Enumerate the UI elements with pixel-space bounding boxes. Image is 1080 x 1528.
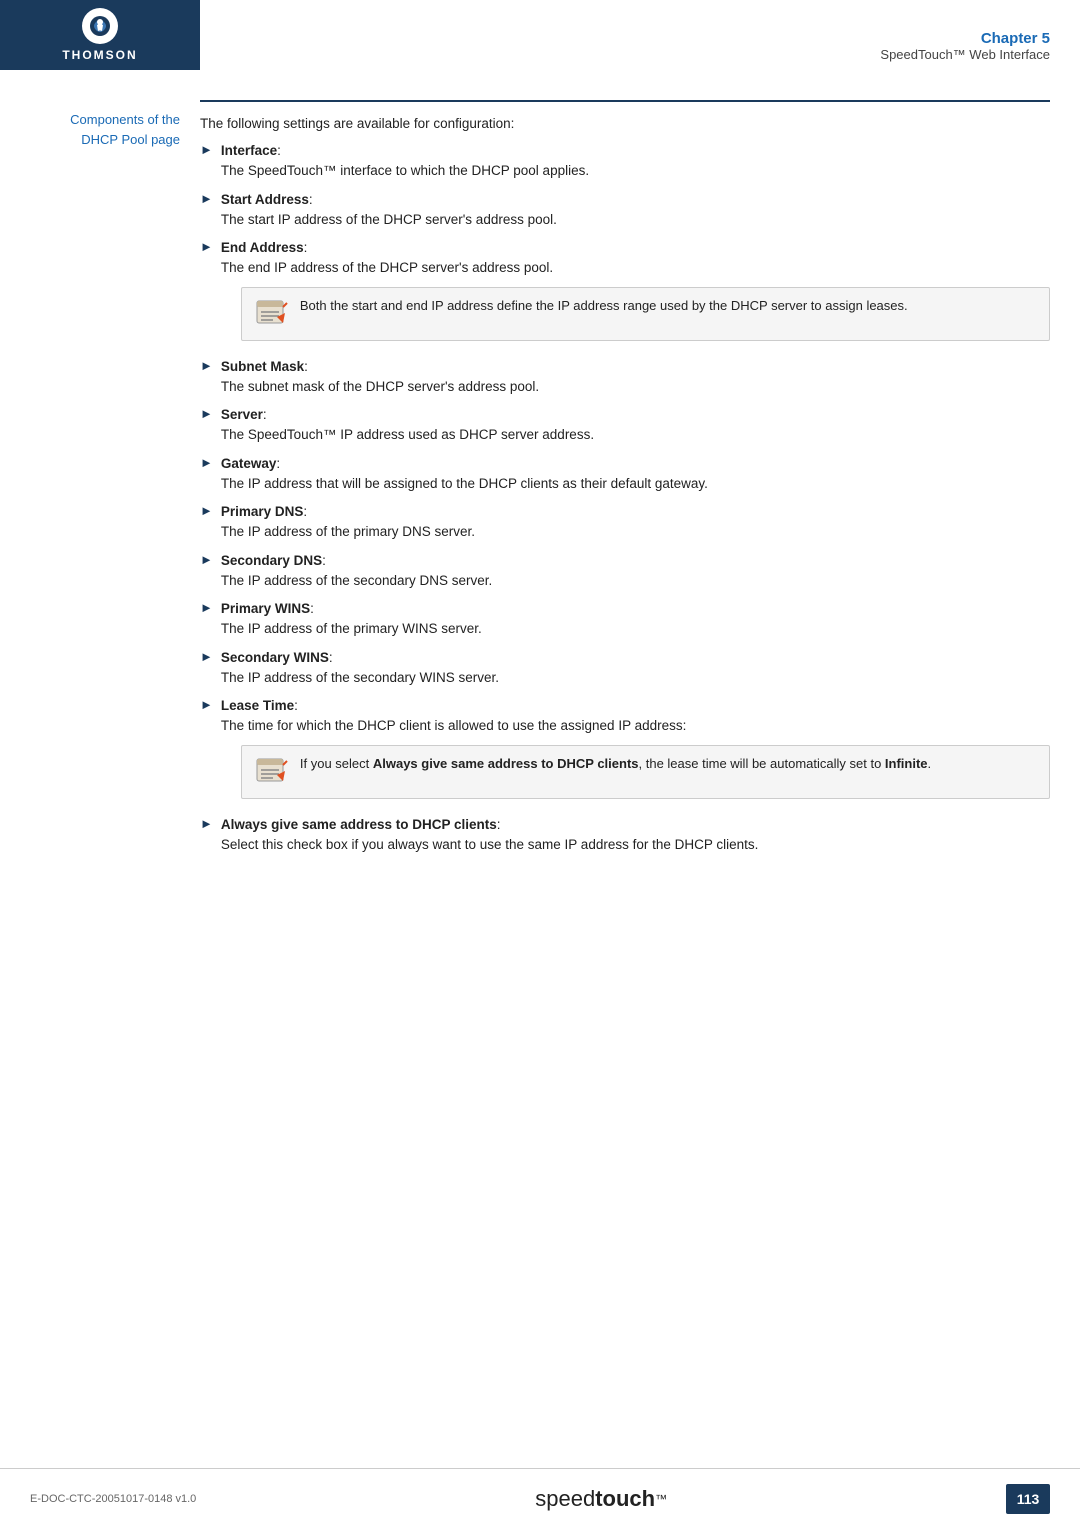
list-item: ► Primary DNS: The IP address of the pri… [200,502,1050,543]
list-item: ► Interface: The SpeedTouch™ interface t… [200,141,1050,182]
item-desc: The IP address of the primary DNS server… [221,522,1050,542]
section-title: Components of the DHCP Pool page [30,110,180,149]
item-content: Lease Time: The time for which the DHCP … [221,696,1050,807]
item-desc: The IP address of the secondary DNS serv… [221,571,1050,591]
chapter-label: Chapter 5 [981,30,1050,47]
bullet-icon: ► [200,191,213,206]
note-icon [254,296,290,332]
page-number: 113 [1006,1484,1050,1514]
section-title-column: Components of the DHCP Pool page [30,100,200,863]
item-content: Secondary DNS: The IP address of the sec… [221,551,1050,592]
item-content: Subnet Mask: The subnet mask of the DHCP… [221,357,1050,398]
footer-touch-text: touch [595,1486,655,1512]
page-header: THOMSON Chapter 5 SpeedTouch™ Web Interf… [0,0,1080,70]
bullet-icon: ► [200,503,213,518]
item-label: Lease Time [221,698,294,713]
item-desc: The IP address of the secondary WINS ser… [221,668,1050,688]
bullet-icon: ► [200,816,213,831]
item-label: Always give same address to DHCP clients [221,817,497,832]
header-logo-area: THOMSON [0,0,200,70]
item-content: Start Address: The start IP address of t… [221,190,1050,231]
bullet-icon: ► [200,239,213,254]
item-label: Start Address [221,192,309,207]
list-item: ► Gateway: The IP address that will be a… [200,454,1050,495]
note-text-lease: If you select Always give same address t… [300,754,931,774]
item-label: Secondary DNS [221,553,322,568]
item-desc: The end IP address of the DHCP server's … [221,258,1050,278]
main-content: Components of the DHCP Pool page The fol… [0,70,1080,883]
items-list: ► Interface: The SpeedTouch™ interface t… [200,141,1050,855]
content-column: The following settings are available for… [200,100,1050,863]
footer-speed-text: speed [535,1486,595,1512]
item-desc: The SpeedTouch™ interface to which the D… [221,161,1050,181]
item-label: Primary WINS [221,601,310,616]
item-content: Primary WINS: The IP address of the prim… [221,599,1050,640]
item-label: Server [221,407,263,422]
bullet-icon: ► [200,455,213,470]
list-item: ► Subnet Mask: The subnet mask of the DH… [200,357,1050,398]
list-item: ► Secondary DNS: The IP address of the s… [200,551,1050,592]
item-desc: The IP address that will be assigned to … [221,474,1050,494]
note-icon [254,754,290,790]
list-item: ► End Address: The end IP address of the… [200,238,1050,349]
intro-text: The following settings are available for… [200,116,1050,131]
list-item: ► Primary WINS: The IP address of the pr… [200,599,1050,640]
item-content: End Address: The end IP address of the D… [221,238,1050,349]
bullet-icon: ► [200,358,213,373]
item-content: Server: The SpeedTouch™ IP address used … [221,405,1050,446]
item-desc: The start IP address of the DHCP server'… [221,210,1050,230]
note-text: Both the start and end IP address define… [300,296,908,316]
item-label: Primary DNS [221,504,304,519]
list-item: ► Server: The SpeedTouch™ IP address use… [200,405,1050,446]
item-content: Always give same address to DHCP clients… [221,815,1050,856]
item-label: Secondary WINS [221,650,329,665]
list-item: ► Lease Time: The time for which the DHC… [200,696,1050,807]
chapter-subtitle: SpeedTouch™ Web Interface [880,47,1050,62]
item-content: Interface: The SpeedTouch™ interface to … [221,141,1050,182]
note-box-lease: If you select Always give same address t… [241,745,1050,799]
item-desc: The SpeedTouch™ IP address used as DHCP … [221,425,1050,445]
footer-speedtouch-logo: speedtouch™ [535,1486,667,1512]
list-item: ► Always give same address to DHCP clien… [200,815,1050,856]
item-desc: Select this check box if you always want… [221,835,1050,855]
thomson-logo-icon [82,8,118,44]
bullet-icon: ► [200,600,213,615]
footer-tm-text: ™ [655,1492,667,1506]
thomson-text: THOMSON [62,48,137,62]
item-desc: The IP address of the primary WINS serve… [221,619,1050,639]
bullet-icon: ► [200,649,213,664]
page-footer: E-DOC-CTC-20051017-0148 v1.0 speedtouch™… [0,1468,1080,1528]
note-box: Both the start and end IP address define… [241,287,1050,341]
item-desc: The time for which the DHCP client is al… [221,716,1050,736]
bullet-icon: ► [200,552,213,567]
thomson-logo: THOMSON [62,8,137,62]
footer-doc-id: E-DOC-CTC-20051017-0148 v1.0 [30,1493,196,1505]
bullet-icon: ► [200,406,213,421]
item-label: End Address [221,240,304,255]
bullet-icon: ► [200,697,213,712]
item-label: Subnet Mask [221,359,304,374]
bullet-icon: ► [200,142,213,157]
list-item: ► Start Address: The start IP address of… [200,190,1050,231]
item-label: Gateway [221,456,277,471]
item-desc: The subnet mask of the DHCP server's add… [221,377,1050,397]
item-content: Gateway: The IP address that will be ass… [221,454,1050,495]
list-item: ► Secondary WINS: The IP address of the … [200,648,1050,689]
item-content: Secondary WINS: The IP address of the se… [221,648,1050,689]
item-content: Primary DNS: The IP address of the prima… [221,502,1050,543]
header-right: Chapter 5 SpeedTouch™ Web Interface [200,0,1080,70]
item-label: Interface [221,143,277,158]
